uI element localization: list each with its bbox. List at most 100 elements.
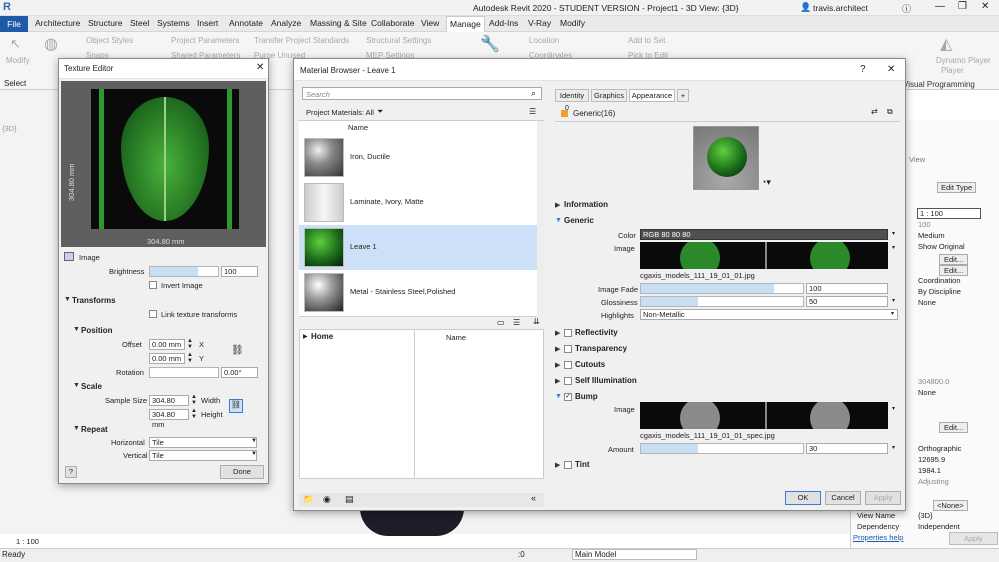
section-checkbox[interactable] [564,361,572,369]
status-model[interactable]: Main Model [572,549,697,560]
information-expand-icon[interactable]: ▶ [555,201,560,209]
wrench-icon[interactable]: 🔧 [480,34,500,54]
menu-systems[interactable]: Systems [157,18,190,28]
view-tab[interactable]: {3D} [2,124,17,133]
rotation-slider[interactable] [149,367,219,378]
project-materials-label[interactable]: Project Materials: All [306,108,374,117]
prop-parts[interactable]: Show Original [918,242,965,251]
amount-slider[interactable] [640,443,804,454]
image-fade-slider[interactable] [640,283,804,294]
brightness-slider[interactable] [149,266,219,277]
user-name[interactable]: travis.architect [813,3,868,13]
panel-toggle-icon[interactable]: ▭ [497,318,505,327]
menu-manage[interactable]: Manage [446,16,485,32]
dropdown-arrow-icon[interactable]: ▾ [892,297,895,304]
collapse-icon[interactable]: ⇊ [533,317,540,326]
close-icon[interactable]: ✕ [981,1,989,12]
section-checkbox[interactable] [564,329,572,337]
glossiness-slider[interactable] [640,296,804,307]
section-header[interactable]: Reflectivity [575,328,618,337]
ribbon-player[interactable]: Player [941,66,964,75]
prop-color-scheme[interactable]: By Discipline [918,287,961,296]
bump-checkbox[interactable]: ✓ [564,393,572,401]
dropdown-arrow-icon[interactable]: ▾ [892,405,895,412]
search-icon[interactable]: ⌕ [531,88,536,99]
revit-logo-icon[interactable]: R [3,1,11,13]
replace-asset-icon[interactable]: ⇄ [871,107,878,116]
texture-help-button[interactable]: ? [65,466,77,478]
tint-header[interactable]: Tint [575,460,590,469]
offset-y-field[interactable]: 0.00 mm [149,353,185,364]
bump-collapse-icon[interactable]: ▼ [555,393,562,400]
material-row[interactable]: Leave 1 [299,225,537,270]
ribbon-select[interactable]: Select [4,79,26,88]
material-browser-close-icon[interactable]: ✕ [887,64,895,75]
bump-header[interactable]: Bump [575,392,598,401]
spinner-icon[interactable]: ▲ ▼ [191,408,197,420]
chevron-down-icon[interactable]: ▼ [251,451,257,457]
menu-analyze[interactable]: Analyze [271,18,301,28]
chevron-down-icon[interactable]: ▾ [891,310,894,317]
section-expand-icon[interactable]: ▶ [555,329,560,337]
menu-structure[interactable]: Structure [88,18,123,28]
section-header[interactable]: Transparency [575,344,627,353]
ok-button[interactable]: OK [785,491,821,505]
scale-toggle-icon[interactable]: ▼ [73,382,80,389]
preview-options-icon[interactable]: ◔▾ [761,177,771,188]
color-swatch[interactable]: RGB 80 80 80 [640,229,888,240]
ribbon-dynamo-player[interactable]: Dynamo Player [936,56,991,65]
menu-architecture[interactable]: Architecture [35,18,80,28]
repeat-toggle-icon[interactable]: ▼ [73,425,80,432]
search-box[interactable]: Search ⌕ [302,87,542,100]
collapse-left-icon[interactable]: « [531,493,536,503]
menu-view[interactable]: View [421,18,439,28]
texture-editor-close-icon[interactable]: ✕ [256,62,264,73]
create-material-icon[interactable]: 📁 [303,494,314,505]
transforms-toggle-icon[interactable]: ▼ [64,296,71,303]
prop-orthographic[interactable]: Orthographic [918,444,961,453]
user-icon[interactable]: 👤 [800,2,811,13]
properties-help-link[interactable]: Properties help [853,533,903,542]
library-name-header[interactable]: Name [446,333,466,342]
select-icon[interactable]: ↖ [10,36,21,52]
ribbon-modify[interactable]: Modify [6,56,30,65]
dropdown-arrow-icon[interactable]: ▾ [892,444,895,451]
prop-edit-button-2[interactable]: Edit... [939,265,969,276]
tab-graphics[interactable]: Graphics [591,89,627,102]
sample-height-field[interactable]: 304.80 mm [149,409,189,429]
search-input[interactable]: Search [306,90,330,99]
prop-detail[interactable]: Medium [918,231,945,240]
material-row[interactable]: Iron, Ductile [299,135,537,180]
home-item[interactable]: Home [311,332,333,341]
tab-appearance[interactable]: Appearance [629,89,675,102]
menu-insert[interactable]: Insert [197,18,218,28]
repeat-header[interactable]: Repeat [81,425,108,434]
bump-thumbnail[interactable] [640,402,888,429]
ribbon-add-to-set[interactable]: Add to Set [628,36,665,45]
filter-icon[interactable]: ⏷ [377,107,383,117]
tint-expand-icon[interactable]: ▶ [555,461,560,469]
ribbon-object-styles[interactable]: Object Styles [86,36,133,45]
list-options-icon[interactable]: ☰ [513,318,520,327]
glossiness-value[interactable]: 50 [806,296,888,307]
ribbon-transfer-standards[interactable]: Transfer Project Standards [254,36,349,45]
menu-collaborate[interactable]: Collaborate [371,18,414,28]
tint-checkbox[interactable] [564,461,572,469]
vertical-select[interactable]: Tile [149,450,257,461]
prop-discipline[interactable]: Coordination [918,276,961,285]
menu-steel[interactable]: Steel [130,18,149,28]
position-toggle-icon[interactable]: ▼ [73,326,80,333]
materials-name-header[interactable]: Name [348,123,368,132]
material-row[interactable]: Metal - Stainless Steel,Polished [299,270,537,315]
section-checkbox[interactable] [564,377,572,385]
view-scale[interactable]: 1 : 100 [16,537,39,546]
material-row[interactable]: Laminate, Ivory, Matte [299,180,537,225]
spinner-icon[interactable]: ▲ ▼ [187,338,193,350]
tab-identity[interactable]: Identity [555,89,589,102]
menu-annotate[interactable]: Annotate [229,18,263,28]
spinner-icon[interactable]: ▲ ▼ [187,352,193,364]
prop-apply[interactable]: Apply [949,532,998,545]
prop-edit-type[interactable]: Edit Type [937,182,977,193]
ribbon-location[interactable]: Location [529,36,559,45]
generic-collapse-icon[interactable]: ▼ [555,217,562,224]
